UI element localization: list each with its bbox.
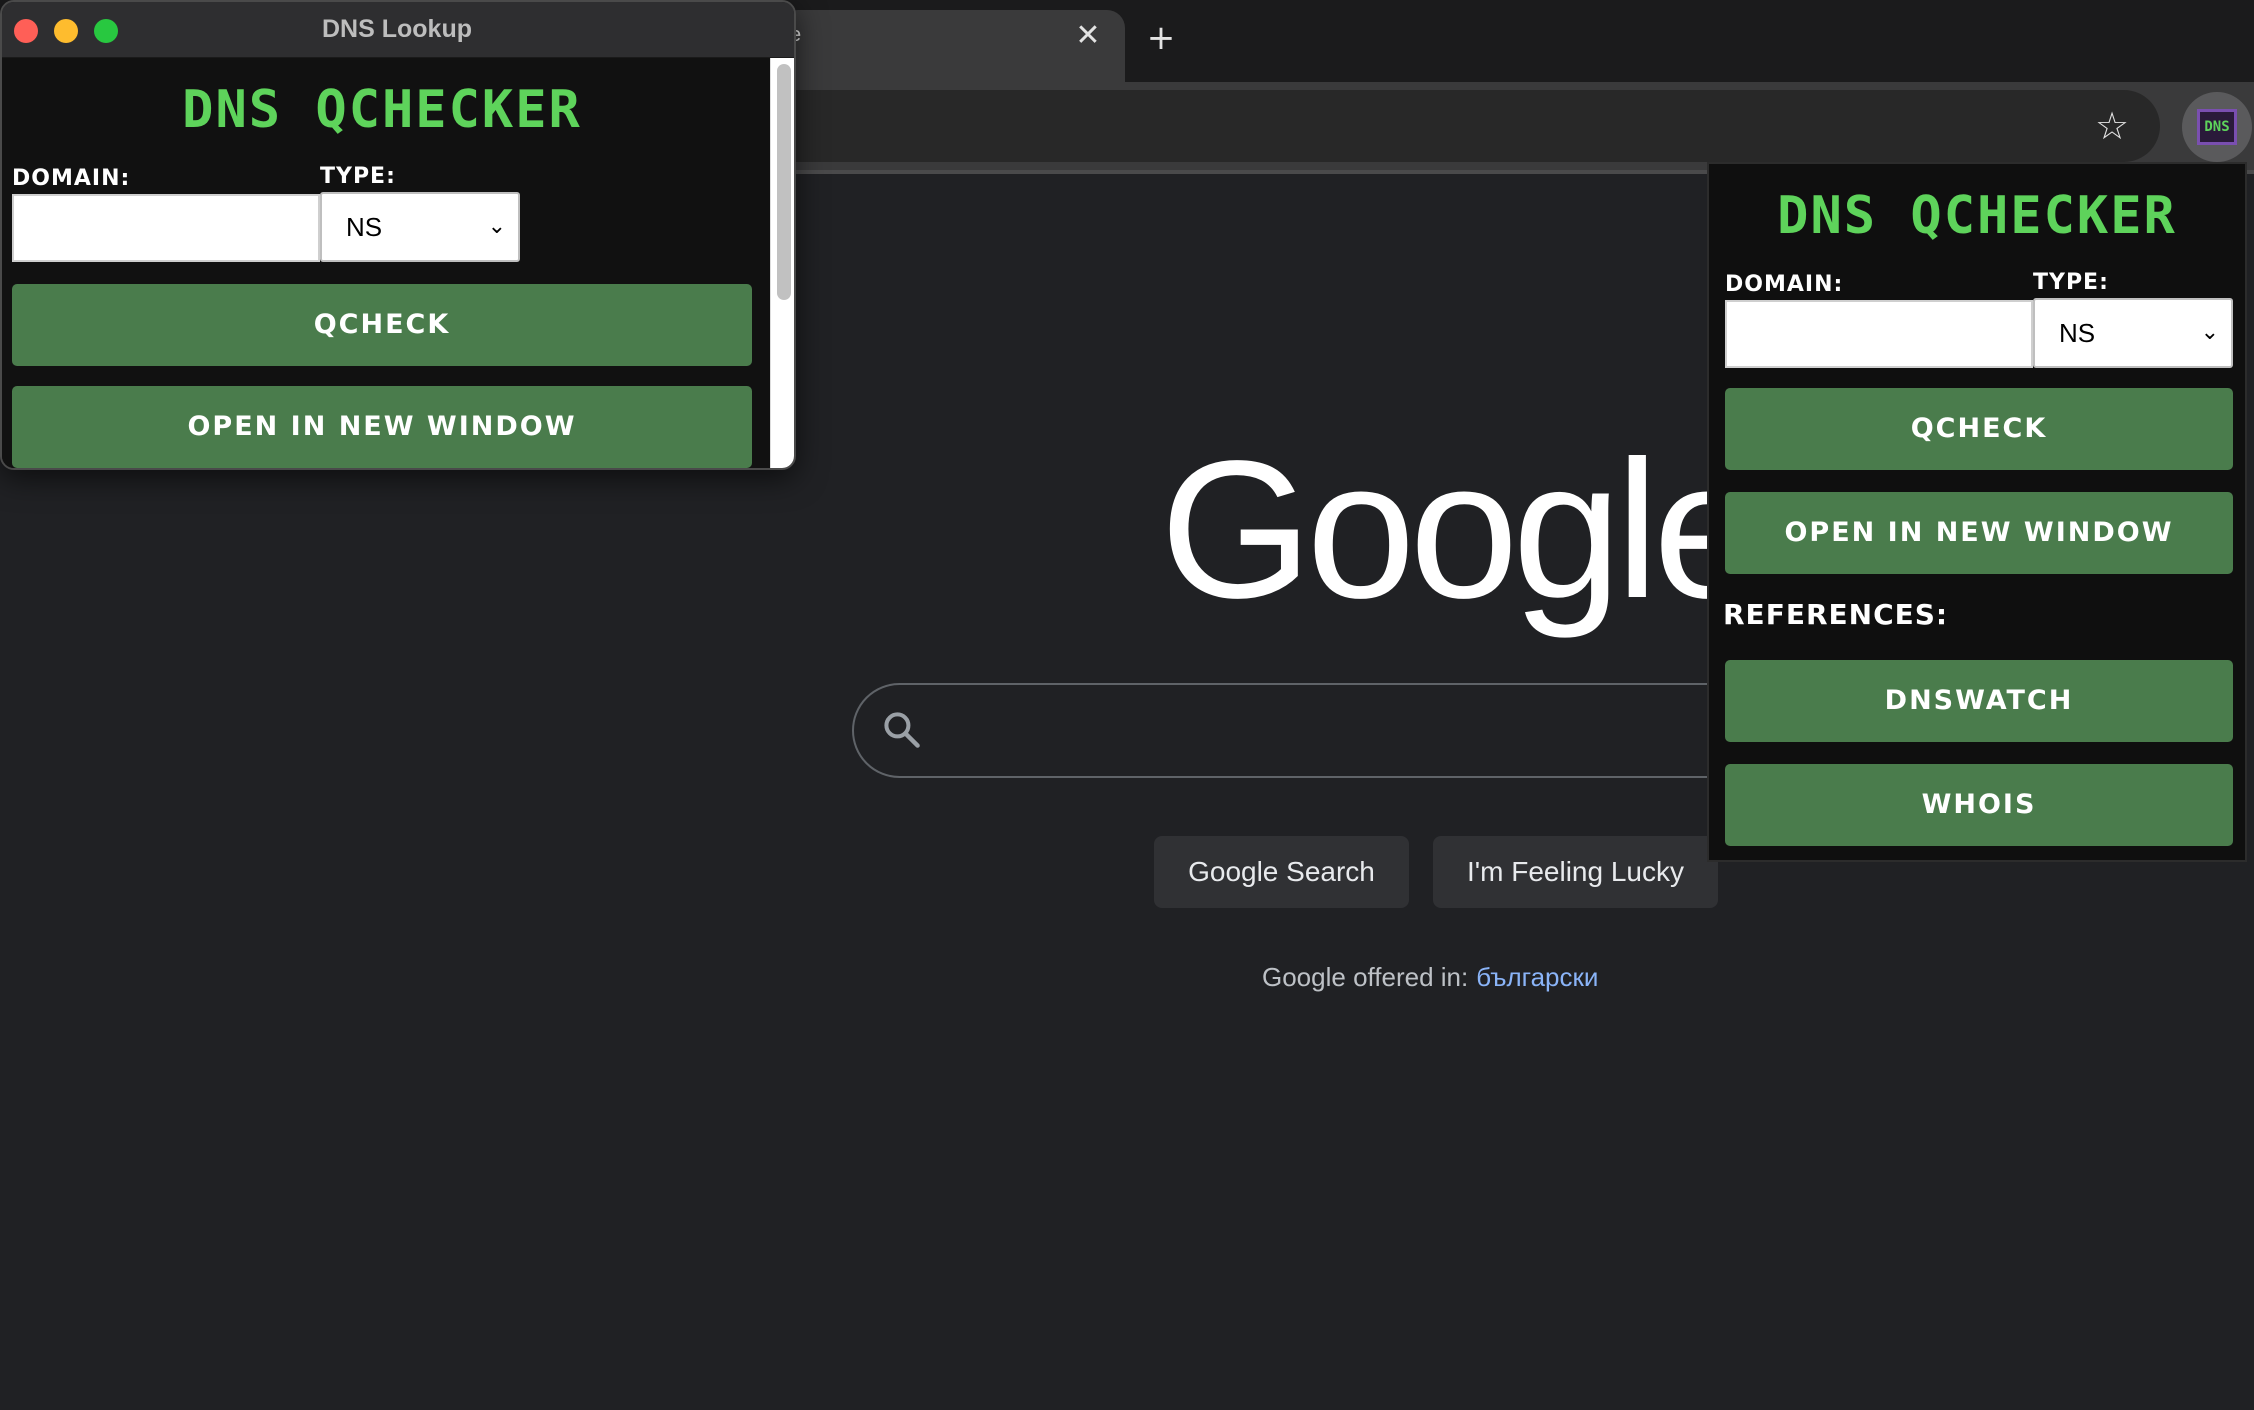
references-label: References: xyxy=(1723,598,1949,631)
qcheck-button[interactable]: QCheck xyxy=(1725,388,2233,470)
dns-lookup-window: DNS Lookup DNS QCHECKER Domain: Type: NS… xyxy=(0,0,796,470)
dnswatch-button[interactable]: DNSWatch xyxy=(1725,660,2233,742)
type-select[interactable]: NS ⌄ xyxy=(320,192,520,262)
new-tab-icon[interactable]: + xyxy=(1140,18,1182,60)
qcheck-button[interactable]: QCheck xyxy=(12,284,752,366)
whois-button[interactable]: WHOIS xyxy=(1725,764,2233,846)
language-link[interactable]: български xyxy=(1476,962,1598,992)
google-search-button[interactable]: Google Search xyxy=(1154,836,1409,908)
feeling-lucky-button[interactable]: I'm Feeling Lucky xyxy=(1433,836,1718,908)
scrollbar-thumb[interactable] xyxy=(777,64,791,300)
app-title: DNS QCHECKER xyxy=(1777,186,2177,246)
close-icon[interactable]: ✕ xyxy=(1070,18,1106,54)
window-content: DNS QCHECKER Domain: Type: NS ⌄ QCheck O… xyxy=(2,58,772,468)
type-select-value: NS xyxy=(2059,318,2096,348)
chevron-down-icon: ⌄ xyxy=(2200,320,2219,345)
address-bar[interactable] xyxy=(760,90,2160,162)
dns-extension-icon: DNS xyxy=(2197,109,2237,145)
app-title: DNS QCHECKER xyxy=(182,80,582,140)
domain-input[interactable] xyxy=(12,194,320,262)
domain-label: Domain: xyxy=(12,166,131,191)
chevron-down-icon: ⌄ xyxy=(487,214,506,239)
bookmark-star-icon[interactable]: ☆ xyxy=(2090,104,2134,148)
screen: e ✕ + ☆ DNS Google Google Search I'm Fee… xyxy=(0,0,2254,1410)
language-offer-label: Google offered in: xyxy=(1262,962,1469,992)
type-label: Type: xyxy=(2033,270,2109,295)
open-new-window-button[interactable]: Open in new window xyxy=(1725,492,2233,574)
type-select[interactable]: NS ⌄ xyxy=(2033,298,2233,368)
search-icon xyxy=(884,712,920,748)
type-label: Type: xyxy=(320,164,396,189)
domain-input[interactable] xyxy=(1725,300,2033,368)
dns-extension-button[interactable]: DNS xyxy=(2182,92,2252,162)
google-logo: Google xyxy=(1160,420,1762,639)
type-select-value: NS xyxy=(346,212,383,242)
extension-popup: DNS QCHECKER Domain: Type: NS ⌄ QCheck O… xyxy=(1707,162,2247,862)
open-new-window-button[interactable]: Open in new window xyxy=(12,386,752,468)
domain-label: Domain: xyxy=(1725,272,1844,297)
language-offer: Google offered in: български xyxy=(1262,962,1598,993)
window-title: DNS Lookup xyxy=(322,15,472,43)
